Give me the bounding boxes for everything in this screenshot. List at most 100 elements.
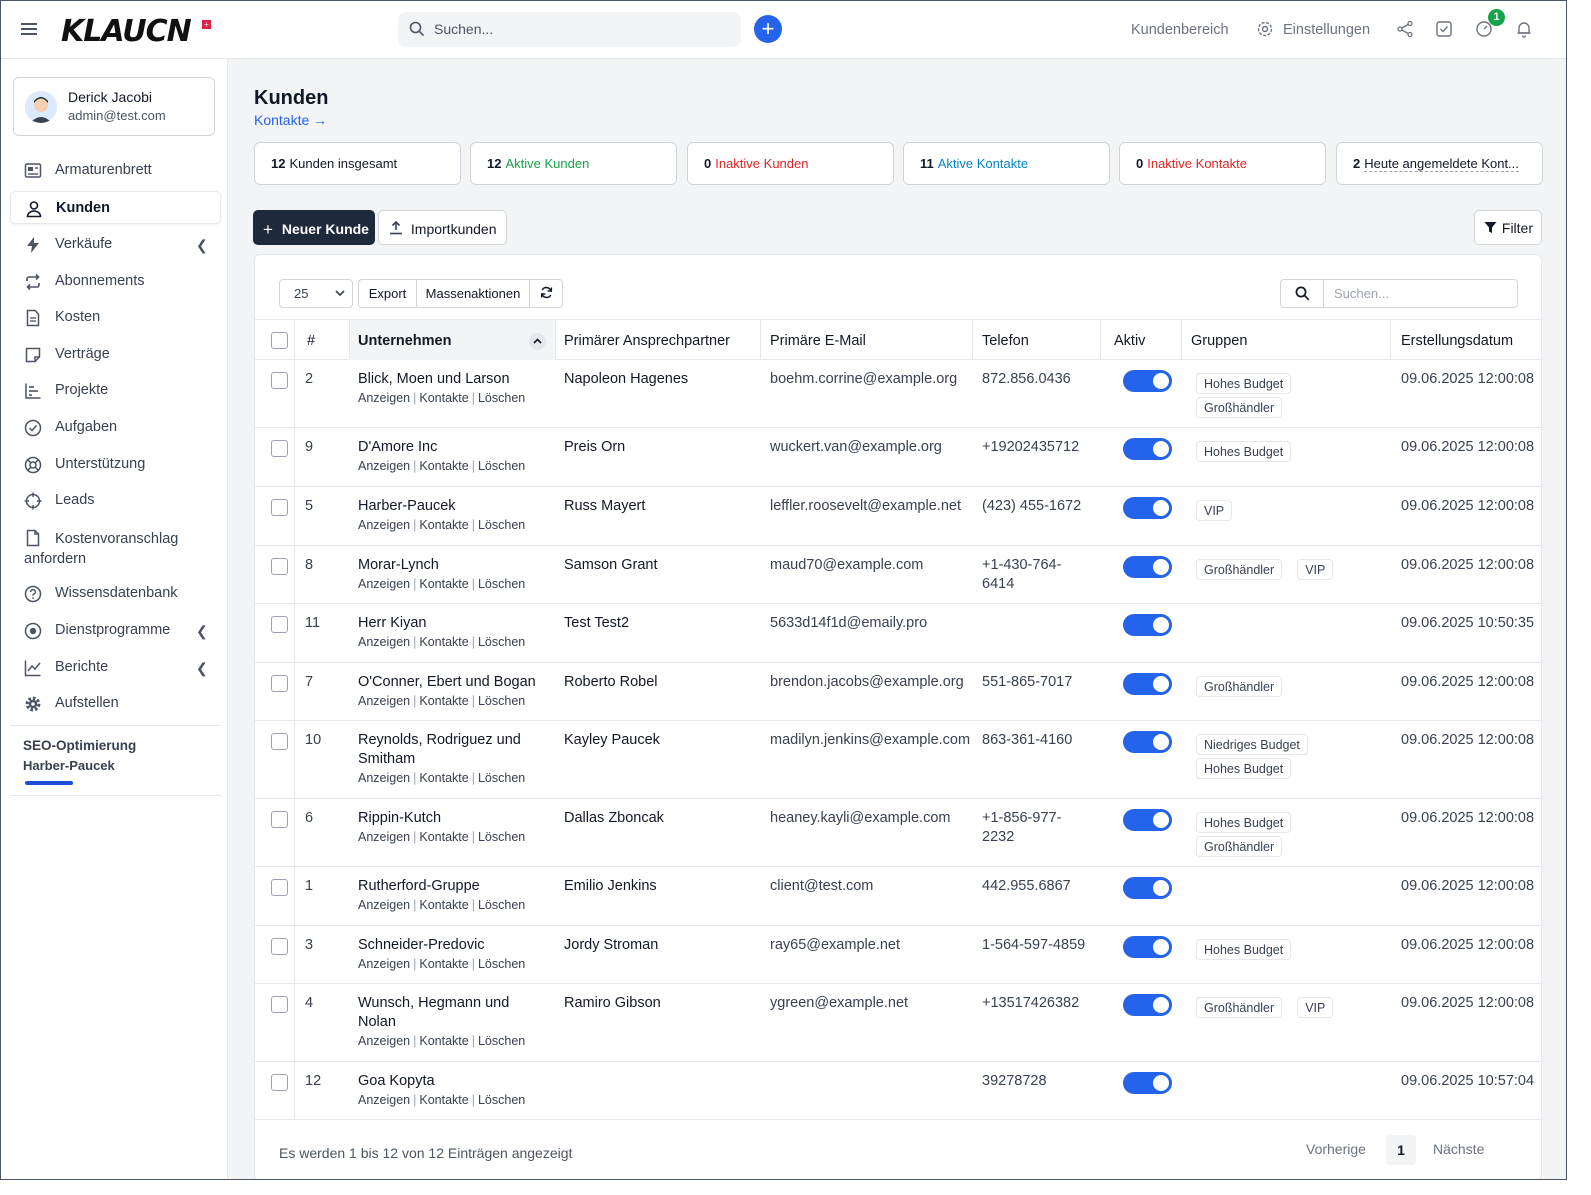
view-link[interactable]: Anzeigen bbox=[358, 459, 410, 473]
delete-link[interactable]: Löschen bbox=[478, 391, 525, 405]
primary-email[interactable]: client@test.com bbox=[770, 877, 873, 896]
delete-link[interactable]: Löschen bbox=[478, 518, 525, 532]
contacts-link[interactable]: Kontakte bbox=[419, 577, 468, 591]
filter-button[interactable]: Filter bbox=[1474, 210, 1542, 245]
stat-card[interactable]: 0 Inaktive Kunden bbox=[687, 142, 894, 185]
delete-link[interactable]: Löschen bbox=[478, 771, 525, 785]
col-header-created[interactable]: Erstellungsdatum bbox=[1401, 333, 1513, 349]
delete-link[interactable]: Löschen bbox=[478, 1034, 525, 1048]
checkbox-task-icon[interactable] bbox=[1435, 20, 1453, 38]
delete-link[interactable]: Löschen bbox=[478, 577, 525, 591]
contacts-link[interactable]: Kontakte bbox=[419, 459, 468, 473]
view-link[interactable]: Anzeigen bbox=[358, 771, 410, 785]
bell-icon[interactable] bbox=[1515, 20, 1533, 38]
contacts-link[interactable]: Kontakte bbox=[419, 1034, 468, 1048]
primary-contact[interactable]: Napoleon Hagenes bbox=[564, 370, 688, 389]
company-name[interactable]: D'Amore Inc bbox=[358, 438, 437, 457]
view-link[interactable]: Anzeigen bbox=[358, 1034, 410, 1048]
view-link[interactable]: Anzeigen bbox=[358, 957, 410, 971]
row-checkbox[interactable] bbox=[271, 733, 288, 750]
company-name[interactable]: O'Conner, Ebert und Bogan bbox=[358, 673, 536, 692]
col-header-contact[interactable]: Primärer Ansprechpartner bbox=[564, 333, 730, 349]
export-button[interactable]: Export bbox=[358, 279, 417, 308]
contacts-link[interactable]: Kontakte bbox=[419, 957, 468, 971]
contacts-link[interactable]: Kontakte bbox=[419, 1093, 468, 1107]
col-header-id[interactable]: # bbox=[307, 333, 315, 349]
sidebar-item-utilities[interactable]: Dienstprogramme ❮ bbox=[10, 614, 221, 647]
contacts-link[interactable]: Kontakte bbox=[419, 694, 468, 708]
logo[interactable]: KLAUCN bbox=[61, 14, 192, 49]
prev-page-button[interactable]: Vorherige bbox=[1306, 1141, 1366, 1157]
new-customer-button[interactable]: + Neuer Kunde bbox=[253, 210, 375, 245]
company-name[interactable]: Blick, Moen und Larson bbox=[358, 370, 510, 389]
sidebar-item-expenses[interactable]: Kosten bbox=[10, 301, 221, 334]
primary-email[interactable]: maud70@example.com bbox=[770, 556, 923, 575]
active-toggle[interactable] bbox=[1123, 994, 1172, 1016]
delete-link[interactable]: Löschen bbox=[478, 635, 525, 649]
contacts-link[interactable]: Kontakte bbox=[419, 635, 468, 649]
profile-card[interactable]: Derick Jacobi admin@test.com bbox=[13, 77, 215, 136]
sidebar-item-support[interactable]: Unterstützung bbox=[10, 448, 221, 481]
primary-email[interactable]: boehm.corrine@example.org bbox=[770, 370, 957, 389]
delete-link[interactable]: Löschen bbox=[478, 898, 525, 912]
primary-contact[interactable]: Ramiro Gibson bbox=[564, 994, 661, 1013]
active-toggle[interactable] bbox=[1123, 556, 1172, 578]
sidebar-item-quote-request[interactable]: Kostenvoranschlag anfordern bbox=[10, 521, 221, 569]
project-title[interactable]: SEO-Optimierung bbox=[23, 738, 136, 753]
view-link[interactable]: Anzeigen bbox=[358, 830, 410, 844]
sidebar-item-contracts[interactable]: Verträge bbox=[10, 338, 221, 371]
sort-asc-icon[interactable] bbox=[529, 333, 546, 350]
row-checkbox[interactable] bbox=[271, 996, 288, 1013]
view-link[interactable]: Anzeigen bbox=[358, 694, 410, 708]
col-header-phone[interactable]: Telefon bbox=[982, 333, 1029, 349]
next-page-button[interactable]: Nächste bbox=[1433, 1141, 1484, 1157]
active-toggle[interactable] bbox=[1123, 809, 1172, 831]
col-header-groups[interactable]: Gruppen bbox=[1191, 333, 1247, 349]
primary-email[interactable]: heaney.kayli@example.com bbox=[770, 809, 950, 828]
row-checkbox[interactable] bbox=[271, 558, 288, 575]
active-toggle[interactable] bbox=[1123, 370, 1172, 392]
active-toggle[interactable] bbox=[1123, 936, 1172, 958]
global-search[interactable]: Suchen... bbox=[398, 12, 741, 47]
contacts-link[interactable]: Kontakte bbox=[419, 771, 468, 785]
view-link[interactable]: Anzeigen bbox=[358, 635, 410, 649]
refresh-button[interactable] bbox=[529, 279, 563, 308]
col-header-email[interactable]: Primäre E-Mail bbox=[770, 333, 866, 349]
row-checkbox[interactable] bbox=[271, 372, 288, 389]
table-search-input[interactable]: Suchen... bbox=[1323, 279, 1518, 308]
row-checkbox[interactable] bbox=[271, 938, 288, 955]
view-link[interactable]: Anzeigen bbox=[358, 577, 410, 591]
sidebar-item-setup[interactable]: Aufstellen bbox=[10, 687, 221, 720]
settings-link[interactable]: Einstellungen bbox=[1283, 22, 1370, 38]
bulk-actions-button[interactable]: Massenaktionen bbox=[416, 279, 530, 308]
delete-link[interactable]: Löschen bbox=[478, 694, 525, 708]
primary-email[interactable]: 5633d14f1d@emaily.pro bbox=[770, 614, 927, 633]
primary-contact[interactable]: Roberto Robel bbox=[564, 673, 658, 692]
sidebar-item-leads[interactable]: Leads bbox=[10, 484, 221, 517]
delete-link[interactable]: Löschen bbox=[478, 459, 525, 473]
primary-contact[interactable]: Kayley Paucek bbox=[564, 731, 660, 750]
col-header-company[interactable]: Unternehmen bbox=[358, 333, 451, 349]
view-link[interactable]: Anzeigen bbox=[358, 518, 410, 532]
active-toggle[interactable] bbox=[1123, 731, 1172, 753]
view-link[interactable]: Anzeigen bbox=[358, 898, 410, 912]
primary-contact[interactable]: Emilio Jenkins bbox=[564, 877, 657, 896]
company-name[interactable]: Herr Kiyan bbox=[358, 614, 427, 633]
active-toggle[interactable] bbox=[1123, 614, 1172, 636]
primary-email[interactable]: brendon.jacobs@example.org bbox=[770, 673, 964, 692]
primary-contact[interactable]: Test Test2 bbox=[564, 614, 629, 633]
row-checkbox[interactable] bbox=[271, 440, 288, 457]
primary-email[interactable]: wuckert.van@example.org bbox=[770, 438, 942, 457]
primary-email[interactable]: ray65@example.net bbox=[770, 936, 900, 955]
sidebar-item-tasks[interactable]: Aufgaben bbox=[10, 411, 221, 444]
row-checkbox[interactable] bbox=[271, 811, 288, 828]
company-name[interactable]: Wunsch, Hegmann und Nolan bbox=[358, 994, 509, 1032]
active-toggle[interactable] bbox=[1123, 438, 1172, 460]
company-name[interactable]: Schneider-Predovic bbox=[358, 936, 485, 955]
contacts-link[interactable]: Kontakte bbox=[419, 830, 468, 844]
company-name[interactable]: Goa Kopyta bbox=[358, 1072, 435, 1091]
primary-contact[interactable]: Dallas Zboncak bbox=[564, 809, 664, 828]
delete-link[interactable]: Löschen bbox=[478, 957, 525, 971]
view-link[interactable]: Anzeigen bbox=[358, 1093, 410, 1107]
row-checkbox[interactable] bbox=[271, 499, 288, 516]
